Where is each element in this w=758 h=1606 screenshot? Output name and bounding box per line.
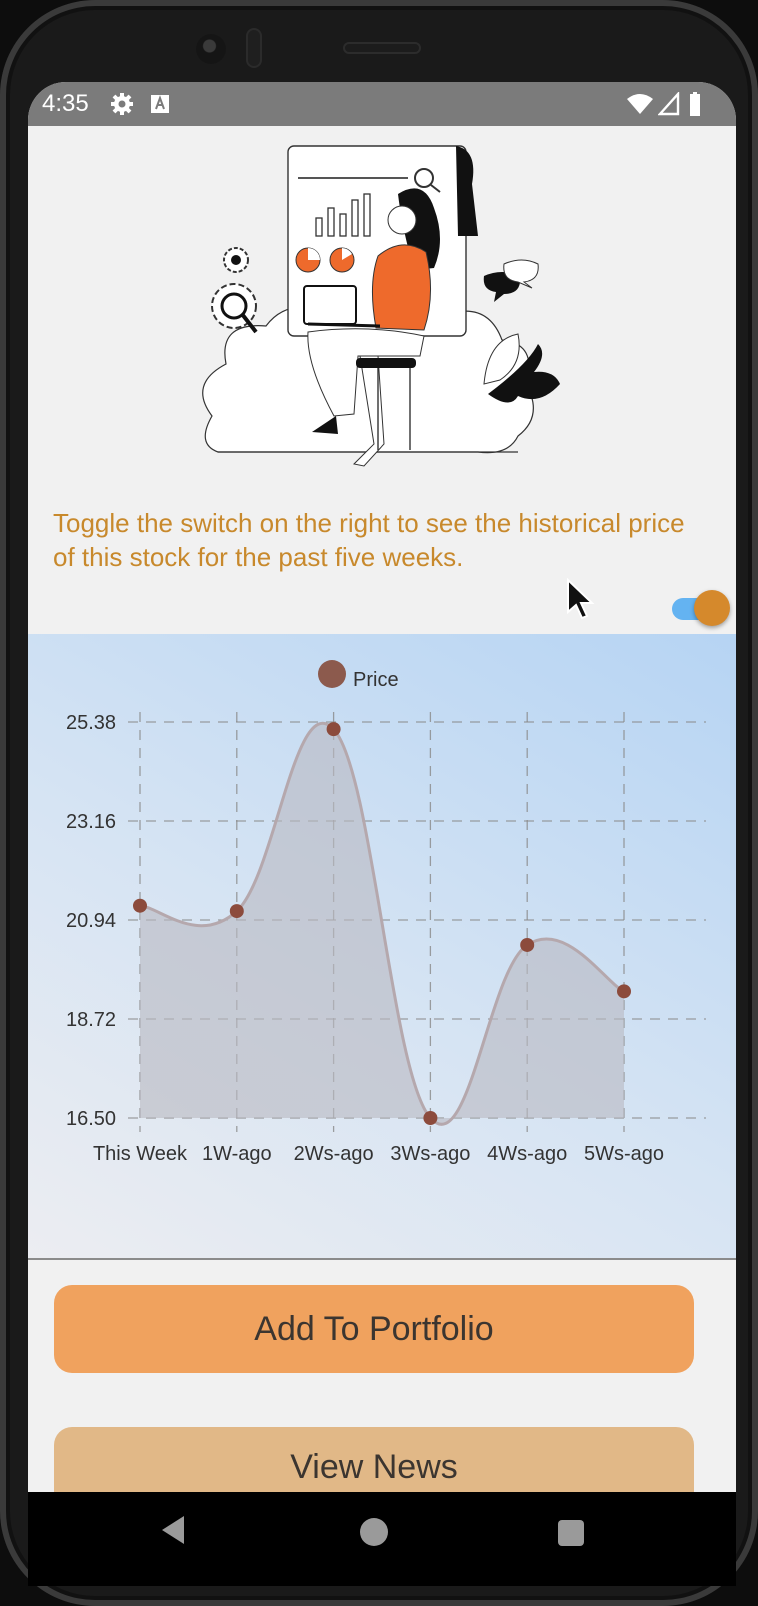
price-point[interactable] <box>520 937 535 952</box>
price-point[interactable] <box>423 1111 438 1125</box>
legend-swatch <box>318 660 346 688</box>
recents-icon[interactable] <box>558 1520 584 1546</box>
home-icon[interactable] <box>360 1518 388 1546</box>
add-to-portfolio-button[interactable]: Add To Portfolio <box>54 1285 694 1373</box>
navigation-bar <box>28 1492 736 1586</box>
mouse-pointer-icon <box>567 578 595 620</box>
x-tick-label: 5Ws-ago <box>584 1143 664 1165</box>
price-point[interactable] <box>326 722 341 737</box>
wifi-icon <box>627 94 653 114</box>
legend-label[interactable]: Price <box>353 669 399 691</box>
settings-icon <box>111 93 133 115</box>
earpiece-speaker <box>343 42 421 54</box>
front-camera <box>196 34 226 64</box>
price-point[interactable] <box>229 904 244 919</box>
battery-icon <box>690 92 700 116</box>
y-tick-label: 25.38 <box>66 712 116 734</box>
y-tick-label: 20.94 <box>66 910 116 932</box>
view-news-button[interactable]: View News <box>54 1427 694 1492</box>
price-point[interactable] <box>133 898 147 913</box>
x-tick-label: This Week <box>93 1143 188 1165</box>
price-point[interactable] <box>617 984 631 999</box>
intro-text: Toggle the switch on the right to see th… <box>53 508 685 572</box>
analyst-illustration <box>202 145 560 467</box>
y-tick-label: 23.16 <box>66 811 116 833</box>
app-screen: 4:35 Toggle the switch on the right to s… <box>28 82 736 1492</box>
x-tick-label: 3Ws-ago <box>390 1143 470 1165</box>
toggle-thumb <box>694 590 730 626</box>
accessibility-text-icon <box>151 95 169 113</box>
y-tick-label: 16.50 <box>66 1108 116 1130</box>
status-time: 4:35 <box>42 90 89 117</box>
proximity-sensor <box>246 28 262 68</box>
history-toggle[interactable] <box>672 590 730 630</box>
y-tick-label: 18.72 <box>66 1009 116 1031</box>
x-tick-label: 2Ws-ago <box>294 1143 374 1165</box>
signal-icon <box>658 92 680 116</box>
back-icon[interactable] <box>158 1514 188 1546</box>
price-chart-panel: 16.50 18.72 20.94 23.16 25.38 This Week 1W-ag… <box>28 634 736 1260</box>
x-tick-label: 4Ws-ago <box>487 1143 567 1165</box>
status-bar: 4:35 <box>28 82 736 126</box>
price-chart: 16.50 18.72 20.94 23.16 25.38 This Week 1W-ag… <box>66 660 706 1165</box>
x-tick-label: 1W-ago <box>202 1143 272 1165</box>
